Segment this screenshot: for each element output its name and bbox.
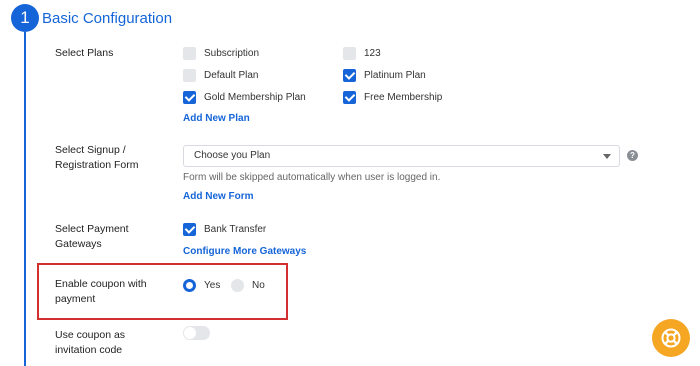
add-new-plan-link[interactable]: Add New Plan xyxy=(183,112,250,125)
plan-label-free: Free Membership xyxy=(364,92,443,103)
configure-gateways-link[interactable]: Configure More Gateways xyxy=(183,245,306,258)
toggle-knob xyxy=(184,327,196,339)
step-number-badge: 1 xyxy=(11,4,39,32)
section-title: Basic Configuration xyxy=(42,10,173,27)
plan-checkbox-gold[interactable] xyxy=(183,91,196,104)
plan-checkbox-123[interactable] xyxy=(343,47,356,60)
plan-checkbox-free[interactable] xyxy=(343,91,356,104)
coupon-label-line2: payment xyxy=(55,293,96,305)
payment-gateways-label: Select Payment Gateways xyxy=(55,222,129,252)
coupon-radio-yes[interactable] xyxy=(183,279,196,292)
signup-form-label-line1: Select Signup / xyxy=(55,144,126,156)
signup-form-label: Select Signup / Registration Form xyxy=(55,143,138,173)
signup-form-select[interactable]: Choose you Plan xyxy=(183,145,620,167)
coupon-radio-no[interactable] xyxy=(231,279,244,292)
plan-label-gold: Gold Membership Plan xyxy=(204,92,306,103)
invitation-label-line2: invitation code xyxy=(55,344,123,356)
step-connector-line xyxy=(24,32,26,366)
coupon-label: Enable coupon with payment xyxy=(55,277,147,307)
signup-form-label-line2: Registration Form xyxy=(55,159,139,171)
plan-label-platinum: Platinum Plan xyxy=(364,70,426,81)
invitation-label-line1: Use coupon as xyxy=(55,329,126,341)
chevron-down-icon xyxy=(603,154,611,159)
invitation-code-toggle[interactable] xyxy=(183,326,210,340)
plan-label-default: Default Plan xyxy=(204,70,259,81)
add-new-form-link[interactable]: Add New Form xyxy=(183,190,254,203)
signup-form-select-value: Choose you Plan xyxy=(194,150,271,161)
plan-label-123: 123 xyxy=(364,48,381,59)
payment-gateways-label-line2: Gateways xyxy=(55,238,102,250)
coupon-label-line1: Enable coupon with xyxy=(55,278,147,290)
question-circle-icon[interactable]: ? xyxy=(627,150,638,161)
select-plans-label: Select Plans xyxy=(55,47,114,59)
coupon-radio-no-label: No xyxy=(252,280,265,291)
help-button[interactable] xyxy=(652,319,690,357)
gateway-checkbox-bank-transfer[interactable] xyxy=(183,223,196,236)
plan-checkbox-platinum[interactable] xyxy=(343,69,356,82)
signup-form-hint: Form will be skipped automatically when … xyxy=(183,172,441,183)
gateway-label-bank-transfer: Bank Transfer xyxy=(204,224,267,235)
invitation-label: Use coupon as invitation code xyxy=(55,328,125,358)
coupon-radio-yes-label: Yes xyxy=(204,280,221,291)
plan-checkbox-default[interactable] xyxy=(183,69,196,82)
payment-gateways-label-line1: Select Payment xyxy=(55,223,129,235)
lifebuoy-icon xyxy=(661,328,681,348)
plan-label-subscription: Subscription xyxy=(204,48,260,59)
plan-checkbox-subscription[interactable] xyxy=(183,47,196,60)
